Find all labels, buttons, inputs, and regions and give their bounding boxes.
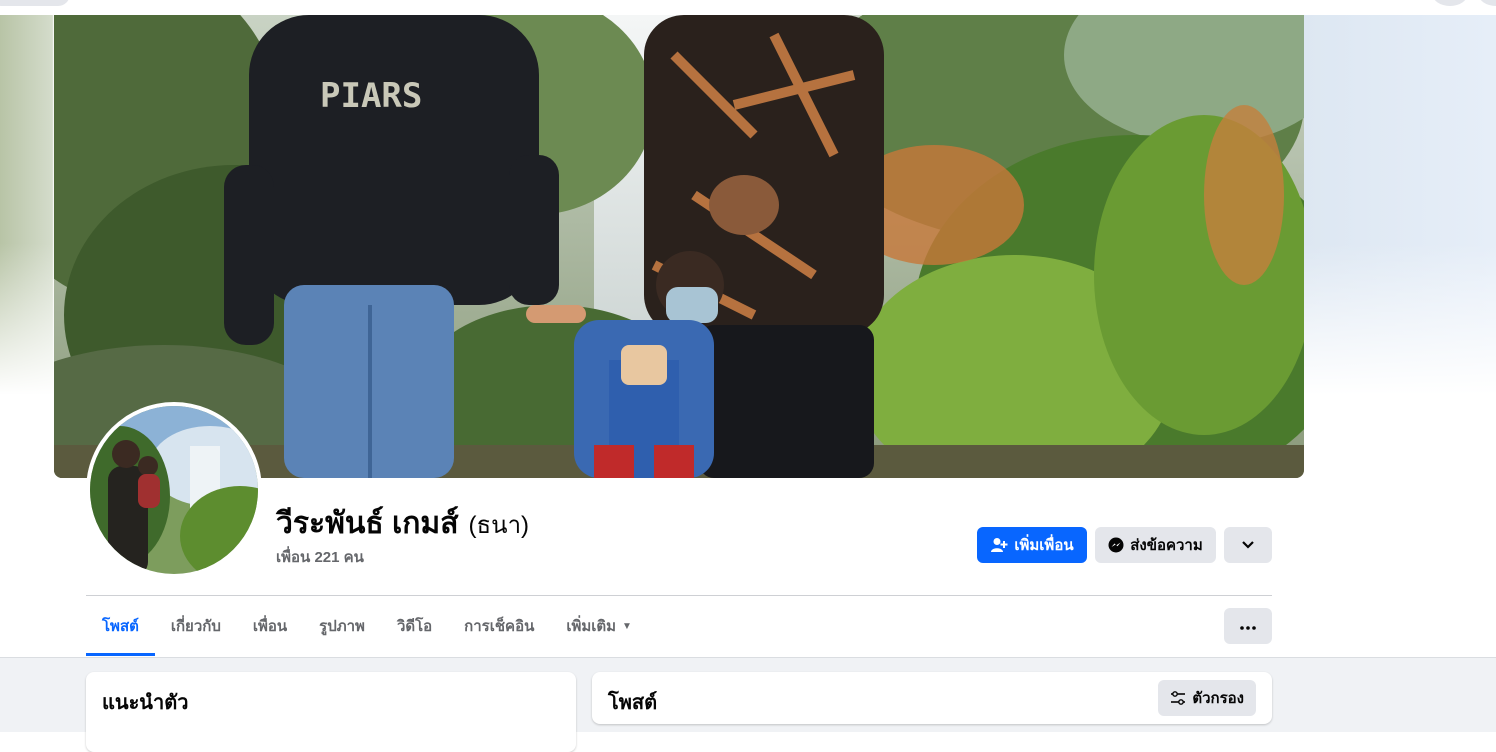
avatar-image [90,406,258,574]
tab-about[interactable]: เกี่ยวกับ [155,596,237,656]
profile-options-dropdown[interactable] [1224,527,1272,563]
profile-name-row: วีระพันธ์ เกมส์ (ธนา) [276,500,529,547]
profile-avatar[interactable] [86,402,262,578]
posts-title: โพสต์ [608,692,658,714]
person-plus-icon [990,537,1008,553]
tab-posts[interactable]: โพสต์ [86,596,155,656]
ellipsis-icon [1240,617,1256,635]
tabs-more-options-button[interactable] [1224,608,1272,644]
profile-tabs: โพสต์ เกี่ยวกับ เพื่อน รูปภาพ วิดีโอ การ… [86,596,648,656]
intro-title: แนะนำตัว [102,692,189,714]
tab-photos[interactable]: รูปภาพ [303,596,381,656]
tab-videos-label: วิดีโอ [396,618,433,635]
tab-more-label: เพิ่มเติม [566,618,617,635]
message-label: ส่งข้อความ [1130,537,1203,554]
tab-friends-label: เพื่อน [252,618,288,635]
cover-shirt-print: PIARS [320,76,422,116]
message-button[interactable]: ส่งข้อความ [1095,527,1216,563]
chevron-down-icon [1241,537,1255,554]
posts-card: โพสต์ ตัวกรอง [592,672,1272,724]
filter-button[interactable]: ตัวกรอง [1158,680,1256,716]
intro-card: แนะนำตัว [86,672,576,752]
tab-checkins[interactable]: การเช็คอิน [448,596,550,656]
profile-alternate-name: (ธนา) [468,512,530,539]
add-friend-button[interactable]: เพิ่มเพื่อน [977,527,1087,563]
cover-photo[interactable]: PIARS [54,15,1304,478]
caret-down-icon: ▼ [622,620,632,632]
friends-count-link[interactable]: เพื่อน 221 คน [276,545,364,569]
add-friend-label: เพิ่มเพื่อน [1014,537,1074,554]
tab-videos[interactable]: วิดีโอ [381,596,448,656]
search-box[interactable] [0,0,70,6]
menu-button[interactable] [1432,0,1468,6]
top-navigation-bar [0,0,1496,15]
tab-more[interactable]: เพิ่มเติม ▼ [550,596,648,656]
profile-name: วีระพันธ์ เกมส์ [276,507,459,540]
tab-photos-label: รูปภาพ [319,618,365,635]
sliders-icon [1170,691,1186,705]
tab-checkins-label: การเช็คอิน [464,618,535,635]
account-button[interactable] [1478,0,1496,6]
filter-label: ตัวกรอง [1192,690,1244,707]
messenger-icon [1108,537,1124,553]
tab-friends[interactable]: เพื่อน [237,596,303,656]
tab-posts-label: โพสต์ [102,618,139,635]
tab-about-label: เกี่ยวกับ [170,618,221,635]
